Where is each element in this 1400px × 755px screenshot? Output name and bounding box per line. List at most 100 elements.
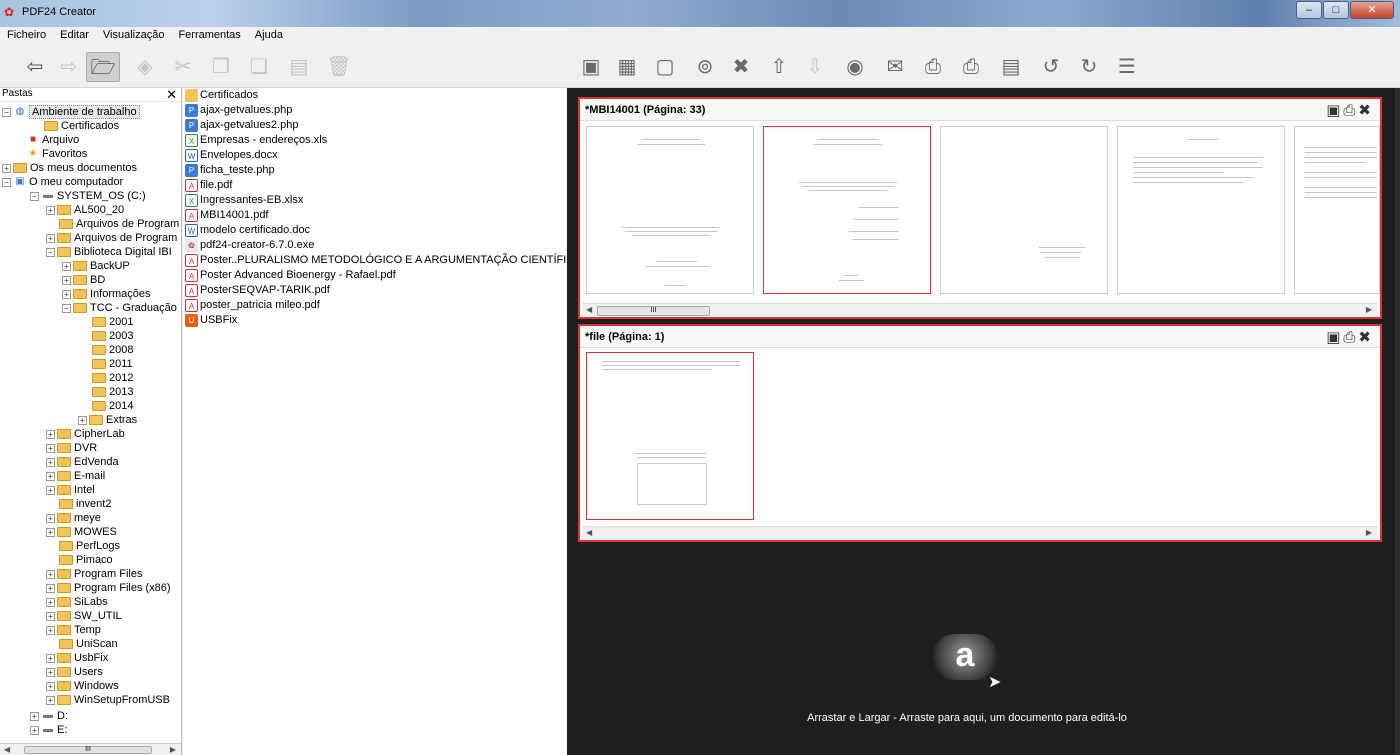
tree-item[interactable]: Certificados [44,119,119,133]
print-icon[interactable]: ⎙ [1343,102,1358,119]
tree-item[interactable]: ■ Arquivo [26,133,79,147]
tree-item[interactable]: invent2 [59,497,111,511]
scroll-left-icon[interactable]: ◀ [4,744,10,755]
delete-icon[interactable]: 🗑 [322,52,356,82]
menu-ficheiro[interactable]: Ficheiro [0,27,53,44]
tree-item[interactable]: + ▬ E: [30,723,67,737]
tree-item[interactable]: Arquivos de Program [59,217,179,231]
page-thumbnail-selected[interactable] [763,126,931,294]
scroll-right-icon[interactable]: ▶ [1366,304,1372,316]
page-thumbnail[interactable] [1294,126,1380,294]
print-icon[interactable]: ⎙ [954,52,988,82]
save-as-icon[interactable]: ▦ [610,52,644,82]
list-item[interactable]: A Poster Advanced Bioenergy - Rafael.pdf [185,268,396,283]
save-icon[interactable]: ▣ [1326,102,1343,119]
minimize-button[interactable]: – [1296,1,1322,19]
tree-item[interactable]: + meye [46,511,101,525]
tree-item[interactable]: ★ Favoritos [26,147,88,161]
menu-editar[interactable]: Editar [53,27,96,44]
tree-item[interactable]: + EdVenda [46,455,119,469]
bookmark-icon[interactable]: ◈ [128,52,162,82]
open-folder-icon[interactable]: 🗁 [86,52,120,82]
list-item[interactable]: A PosterSEQVAP-TARIK.pdf [185,283,330,298]
tree-item[interactable]: + Program Files (x86) [46,581,171,595]
fax-icon[interactable]: ⎙ [916,52,950,82]
copy-icon[interactable]: ❐ [204,52,238,82]
list-item[interactable]: Pajax-getvalues2.php [185,118,298,133]
menu-lines-icon[interactable]: ☰ [1110,52,1144,82]
tree-item[interactable]: + SW_UTIL [46,609,122,623]
tree-item-ambiente[interactable]: − ◍ Ambiente de trabalho [2,105,140,119]
list-item[interactable]: X Ingressantes-EB.xlsx [185,193,303,208]
scroll-thumb[interactable]: III [24,746,152,754]
tree-horizontal-scrollbar[interactable]: ◀ III ▶ [0,743,181,755]
paste-icon[interactable]: ❏ [242,52,276,82]
tree-item[interactable]: + Os meus documentos [2,161,137,175]
tree-item[interactable]: UniScan [59,637,118,651]
tree-item[interactable]: + Intel [46,483,95,497]
close-pane-icon[interactable]: ✕ [166,88,177,103]
tree-item[interactable]: + BackUP [62,259,130,273]
back-arrow-icon[interactable]: ⇦ [18,52,52,82]
save-icon[interactable]: ▣ [574,52,608,82]
list-item[interactable]: X Empresas - endereços.xls [185,133,327,148]
tree-item[interactable]: + BD [62,273,105,287]
page-thumbnail-selected[interactable] [586,352,754,520]
tree-item[interactable]: + Temp [46,623,101,637]
properties-icon[interactable]: ▤ [282,52,316,82]
tree-item[interactable]: + AL500_20 [46,203,124,217]
tree-item[interactable]: + DVR [46,441,97,455]
print-icon[interactable]: ⎙ [1343,329,1358,346]
merge-icon[interactable]: ⊚ [688,52,722,82]
list-item[interactable]: U USBFix [185,313,237,328]
list-item[interactable]: Pajax-getvalues.php [185,103,292,118]
scroll-right-icon[interactable]: ▶ [170,744,176,755]
tree-item[interactable]: 2012 [92,371,133,385]
tree-item[interactable]: + SiLabs [46,595,108,609]
close-icon[interactable]: ✖ [1358,102,1374,119]
tree-item[interactable]: + CipherLab [46,427,125,441]
close-button[interactable]: ✕ [1350,1,1394,19]
tree-item[interactable]: − ▣ O meu computador [2,175,123,189]
scroll-thumb[interactable]: III [597,306,710,316]
document-panel-mbi14001[interactable]: *MBI14001 (Página: 33) ▣⎙✖ ◀ III ▶ [578,97,1382,319]
tree-item[interactable]: − TCC - Graduação [62,301,177,315]
page-thumbnail[interactable] [586,126,754,294]
scroll-right-icon[interactable]: ▶ [1366,527,1372,539]
list-item[interactable]: Certificados [185,88,258,103]
tree-item[interactable]: + Informações [62,287,151,301]
tree-item[interactable]: + Windows [46,679,119,693]
page-thumbnail[interactable] [940,126,1108,294]
tree-item[interactable]: − ▬ SYSTEM_OS (C:) [30,189,146,203]
menu-visualizacao[interactable]: Visualização [96,27,172,44]
tree-item[interactable]: 2011 [92,357,133,371]
list-item[interactable]: W Envelopes.docx [185,148,278,163]
scroll-left-icon[interactable]: ◀ [586,527,592,539]
maximize-button[interactable]: □ [1323,1,1349,19]
tree-item[interactable]: + E-mail [46,469,105,483]
tree-item[interactable]: + WinSetupFromUSB [46,693,170,707]
tree-item[interactable]: + Program Files [46,567,142,581]
remove-pages-icon[interactable]: ✖ [724,52,758,82]
preview-eye-icon[interactable]: ◉ [838,52,872,82]
list-item[interactable]: ✿ pdf24-creator-6.7.0.exe [185,238,314,253]
list-item[interactable]: A MBI14001.pdf [185,208,269,223]
tree-item[interactable]: 2008 [92,343,133,357]
save-icon[interactable]: ▣ [1326,329,1343,346]
tree-item[interactable]: + Extras [78,413,137,427]
move-down-icon[interactable]: ⇩ [798,52,832,82]
document-horizontal-scrollbar[interactable]: ◀ ▶ [582,526,1378,540]
tree-item[interactable]: 2003 [92,329,133,343]
compress-icon[interactable]: ▤ [994,52,1028,82]
tree-item[interactable]: PerfLogs [59,539,120,553]
move-up-icon[interactable]: ⇧ [762,52,796,82]
list-item[interactable]: A Poster..PLURALISMO METODOLÓGICO E A ARG… [185,253,566,268]
email-icon[interactable]: ✉ [878,52,912,82]
page-thumbnail[interactable] [1117,126,1285,294]
tree-item[interactable]: + UsbFix [46,651,108,665]
scroll-left-icon[interactable]: ◀ [586,304,592,316]
tree-item[interactable]: 2013 [92,385,133,399]
document-horizontal-scrollbar[interactable]: ◀ III ▶ [582,303,1378,317]
tree-item[interactable]: 2001 [92,315,133,329]
tree-item[interactable]: 2014 [92,399,133,413]
